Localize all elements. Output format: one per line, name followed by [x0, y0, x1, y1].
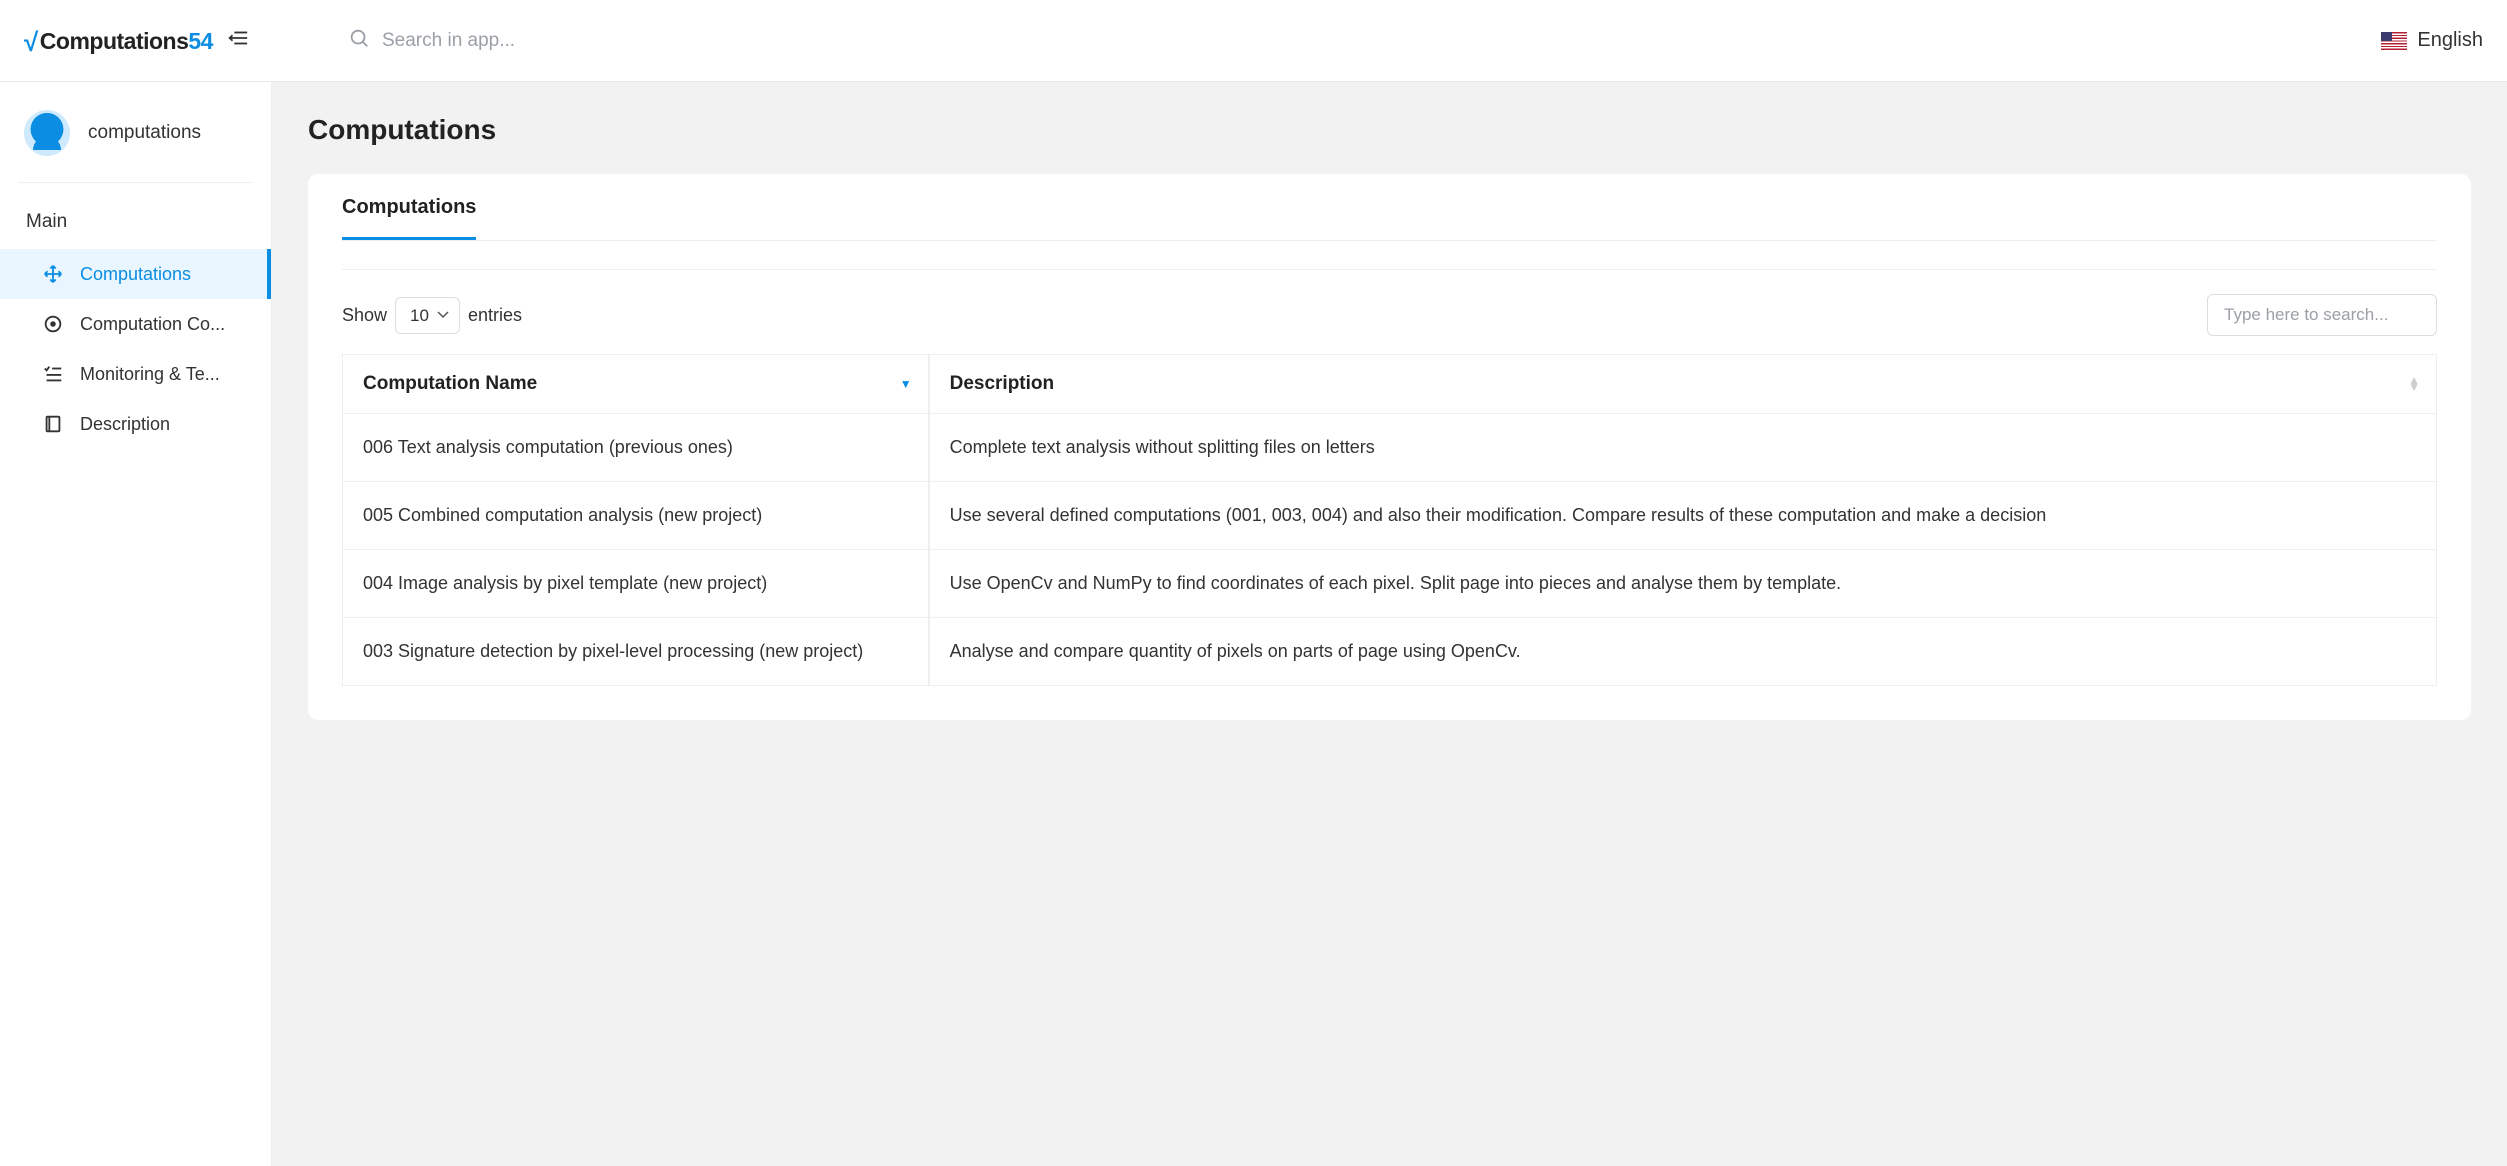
app-logo[interactable]: √Computations54: [24, 25, 213, 56]
sidebar-item-label: Computation Co...: [80, 314, 225, 335]
table-row[interactable]: 006 Text analysis computation (previous …: [342, 414, 2437, 482]
cell-name: 003 Signature detection by pixel-level p…: [342, 618, 929, 686]
search-icon: [348, 27, 370, 54]
column-header-name[interactable]: Computation Name ▼: [342, 354, 929, 414]
cell-desc: Analyse and compare quantity of pixels o…: [929, 618, 2437, 686]
sidebar-item-label: Description: [80, 414, 170, 435]
table-controls: Show 10 entries: [342, 269, 2437, 336]
sqrt-icon: √: [24, 27, 38, 57]
sidebar-item-computation-co[interactable]: Computation Co...: [0, 299, 271, 349]
sort-none-icon: ▲▼: [2408, 377, 2420, 391]
cell-desc: Use OpenCv and NumPy to find coordinates…: [929, 550, 2437, 618]
topbar: √Computations54 English: [0, 0, 2507, 82]
sidebar-item-label: Monitoring & Te...: [80, 364, 220, 385]
divider: [18, 182, 253, 183]
sidebar-item-label: Computations: [80, 264, 191, 285]
logo-area: √Computations54: [24, 25, 284, 56]
sidebar-item-monitoring[interactable]: Monitoring & Te...: [0, 349, 271, 399]
logo-text-suffix: 54: [188, 28, 213, 54]
sidebar-item-description[interactable]: Description: [0, 399, 271, 449]
nav-section-title: Main: [0, 211, 271, 249]
search-area: [348, 27, 2381, 54]
card: Computations Show 10 entries: [308, 174, 2471, 720]
avatar: [24, 110, 70, 156]
book-icon: [42, 413, 64, 435]
data-table: Computation Name ▼ Description ▲▼ 006 Te…: [342, 354, 2437, 686]
target-icon: [42, 313, 64, 335]
sidebar-item-computations[interactable]: Computations: [0, 249, 271, 299]
checklist-icon: [42, 363, 64, 385]
show-entries: Show 10 entries: [342, 297, 522, 334]
main-content: Computations Computations Show 10 entrie…: [272, 82, 2507, 1166]
logo-text-main: Computations: [40, 28, 189, 54]
cell-desc: Complete text analysis without splitting…: [929, 414, 2437, 482]
tab-computations[interactable]: Computations: [342, 196, 476, 240]
cell-name: 004 Image analysis by pixel template (ne…: [342, 550, 929, 618]
cell-name: 005 Combined computation analysis (new p…: [342, 482, 929, 550]
profile-block[interactable]: computations: [0, 110, 271, 182]
show-label-post: entries: [468, 305, 522, 326]
cell-desc: Use several defined computations (001, 0…: [929, 482, 2437, 550]
column-header-label: Description: [950, 373, 1055, 394]
entries-select[interactable]: 10: [395, 297, 460, 334]
column-header-label: Computation Name: [363, 373, 537, 394]
table-search-input[interactable]: [2207, 294, 2437, 336]
language-label: English: [2417, 29, 2483, 52]
profile-name: computations: [88, 122, 201, 144]
search-input[interactable]: [382, 30, 782, 52]
language-selector[interactable]: English: [2381, 29, 2483, 52]
card-tab-row: Computations: [342, 196, 2437, 241]
move-icon: [42, 263, 64, 285]
column-header-description[interactable]: Description ▲▼: [929, 354, 2437, 414]
sidebar-toggle-icon[interactable]: [227, 27, 249, 54]
table-row[interactable]: 005 Combined computation analysis (new p…: [342, 482, 2437, 550]
table-row[interactable]: 003 Signature detection by pixel-level p…: [342, 618, 2437, 686]
cell-name: 006 Text analysis computation (previous …: [342, 414, 929, 482]
table-search: [2207, 294, 2437, 336]
page-title: Computations: [308, 114, 2471, 146]
sidebar: computations Main Computations Computati…: [0, 82, 272, 1166]
show-label-pre: Show: [342, 305, 387, 326]
us-flag-icon: [2381, 32, 2407, 50]
table-row[interactable]: 004 Image analysis by pixel template (ne…: [342, 550, 2437, 618]
sort-desc-icon: ▼: [900, 377, 912, 391]
